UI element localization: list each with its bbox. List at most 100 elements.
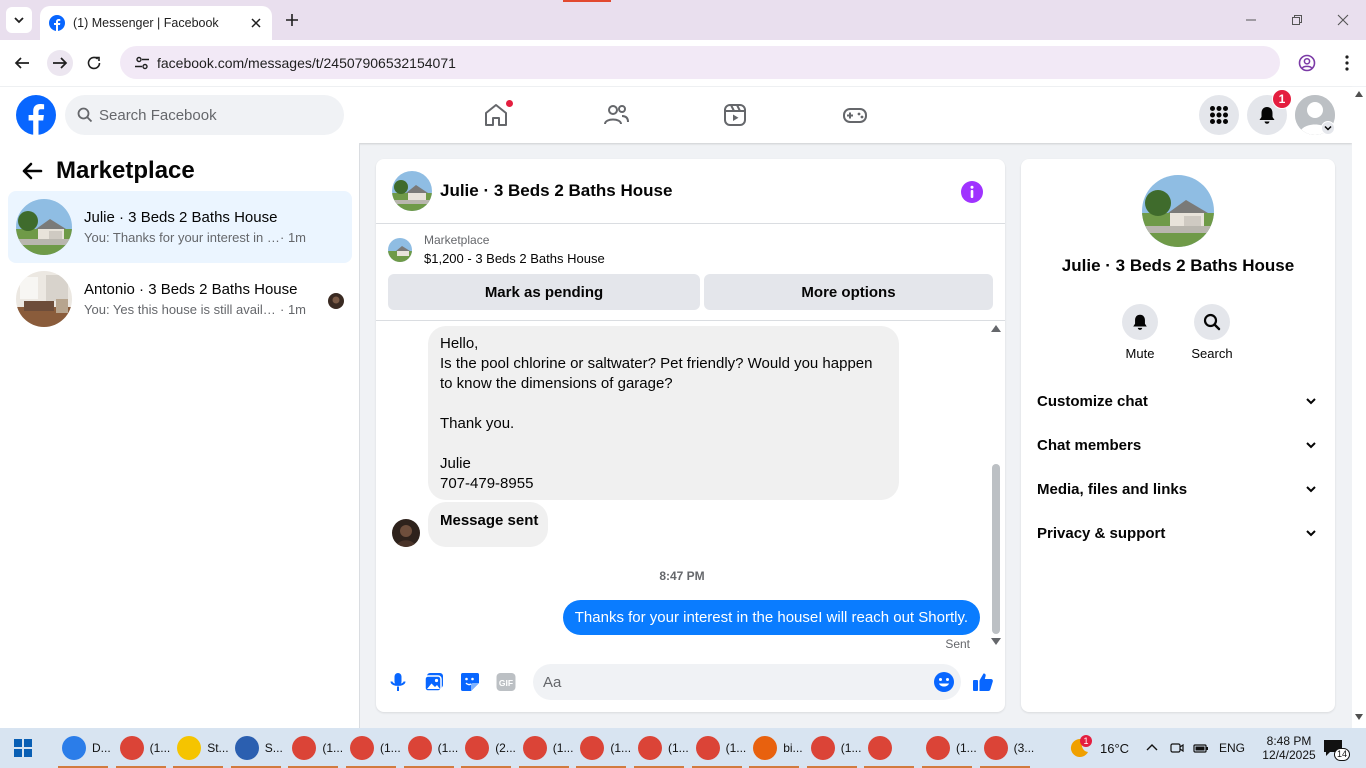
scroll-down-icon[interactable] <box>1355 714 1363 720</box>
media-files-links-section[interactable]: Media, files and links <box>1029 467 1327 511</box>
restore-button[interactable] <box>1286 9 1308 31</box>
facebook-logo-icon[interactable] <box>16 95 56 135</box>
gif-icon[interactable]: GIF <box>495 671 517 693</box>
start-button[interactable] <box>8 728 42 768</box>
app-label: (2... <box>495 741 516 755</box>
app-label: (1... <box>552 741 574 755</box>
search-button[interactable] <box>1194 304 1230 340</box>
chevron-down-icon <box>1306 530 1316 537</box>
scroll-up-icon[interactable] <box>991 325 1001 332</box>
conversation-item[interactable]: Julie · 3 Beds 2 Baths House You: Thanks… <box>8 191 352 263</box>
close-window-button[interactable] <box>1332 9 1354 31</box>
input-language[interactable]: ENG <box>1219 741 1245 755</box>
new-tab-button[interactable] <box>282 10 302 30</box>
chevron-down-icon <box>1306 398 1316 405</box>
site-settings-icon[interactable] <box>127 55 157 71</box>
info-icon[interactable] <box>961 181 983 203</box>
reload-button[interactable] <box>83 52 105 74</box>
taskbar-app-button[interactable]: D... <box>56 728 111 768</box>
search-action[interactable]: Search <box>1184 304 1240 361</box>
meet-now-icon[interactable] <box>1169 740 1185 756</box>
mute-action[interactable]: Mute <box>1112 304 1168 361</box>
weather-widget[interactable]: 1 16°C <box>1068 728 1129 768</box>
close-tab-icon[interactable] <box>246 13 266 33</box>
scroll-thumb[interactable] <box>992 464 1000 634</box>
chat-panel: Julie · 3 Beds 2 Baths House Marketplace… <box>376 159 1005 712</box>
divider <box>376 320 1005 321</box>
taskbar-app-button[interactable]: St... <box>171 728 229 768</box>
chat-avatar[interactable] <box>392 171 432 211</box>
reload-icon <box>87 56 101 70</box>
notification-center[interactable]: 14 <box>1322 728 1351 768</box>
mark-as-pending-button[interactable]: Mark as pending <box>388 274 700 310</box>
minimize-button[interactable] <box>1240 9 1262 31</box>
account-menu-caret[interactable] <box>1321 121 1335 135</box>
taskbar-app-button[interactable]: S... <box>229 728 283 768</box>
facebook-search[interactable] <box>65 95 344 135</box>
outgoing-message[interactable]: Thanks for your interest in the houseI w… <box>562 600 980 635</box>
gaming-icon[interactable] <box>841 101 869 129</box>
facebook-search-input[interactable] <box>99 106 319 124</box>
chat-details-panel: Julie · 3 Beds 2 Baths House Mute Search… <box>1021 159 1335 712</box>
scroll-up-icon[interactable] <box>1355 91 1363 97</box>
taskbar-app-button[interactable]: (1... <box>114 728 170 768</box>
taskbar-app-button[interactable]: (1... <box>517 728 574 768</box>
incoming-message[interactable]: Hello, Is the pool chlorine or saltwater… <box>428 326 899 500</box>
app-label: (1... <box>725 741 747 755</box>
back-arrow-icon[interactable] <box>20 159 44 183</box>
app-label: (1... <box>610 741 632 755</box>
browser-menu-icon[interactable] <box>1338 54 1356 72</box>
photo-icon[interactable] <box>423 671 445 693</box>
address-bar[interactable]: facebook.com/messages/t/2450790653215407… <box>120 46 1280 79</box>
taskbar-app-button[interactable]: (1... <box>574 728 632 768</box>
page-scrollbar[interactable] <box>1352 87 1366 728</box>
back-button[interactable] <box>11 52 33 74</box>
sticker-icon[interactable] <box>459 671 481 693</box>
taskbar-app-button[interactable]: (3... <box>978 728 1035 768</box>
taskbar-app-button[interactable]: (1... <box>344 728 401 768</box>
menu-grid-button[interactable] <box>1199 95 1239 135</box>
taskbar-app-button[interactable]: bi... <box>747 728 803 768</box>
mute-button[interactable] <box>1122 304 1158 340</box>
notification-count-badge: 1 <box>1272 89 1292 109</box>
chat-members-section[interactable]: Chat members <box>1029 423 1327 467</box>
taskbar-app-button[interactable]: (1... <box>920 728 977 768</box>
app-icon <box>695 736 720 760</box>
listing-price: $1,200 - 3 Beds 2 Baths House <box>424 251 605 266</box>
search-icon <box>77 107 93 123</box>
microphone-icon[interactable] <box>387 671 409 693</box>
marketplace-listing[interactable]: Marketplace $1,200 - 3 Beds 2 Baths Hous… <box>388 233 605 266</box>
notification-count: 14 <box>1334 748 1351 761</box>
video-icon[interactable] <box>721 101 749 129</box>
customize-chat-section[interactable]: Customize chat <box>1029 379 1327 423</box>
taskbar-app-button[interactable]: (2... <box>459 728 516 768</box>
browser-tab-messenger[interactable]: (1) Messenger | Facebook <box>40 6 272 40</box>
more-options-button[interactable]: More options <box>704 274 993 310</box>
taskbar-app-button[interactable]: (1... <box>805 728 861 768</box>
forward-button[interactable] <box>47 50 73 76</box>
chevron-up-icon[interactable] <box>1145 741 1159 755</box>
taskbar-app-button[interactable] <box>862 728 916 768</box>
app-icon <box>177 736 202 760</box>
emoji-icon[interactable] <box>933 671 955 693</box>
chat-scrollbar[interactable] <box>990 324 1002 649</box>
restore-icon <box>1292 15 1302 25</box>
system-clock[interactable]: 8:48 PM 12/4/2025 <box>1258 728 1320 768</box>
chat-title[interactable]: Julie · 3 Beds 2 Baths House <box>440 181 672 201</box>
taskbar-app-button[interactable]: (1... <box>690 728 747 768</box>
tab-search-dropdown[interactable] <box>6 7 32 33</box>
scroll-down-icon[interactable] <box>991 638 1001 645</box>
system-message[interactable]: Message sent <box>428 502 548 547</box>
taskbar-app-button[interactable]: (1... <box>402 728 458 768</box>
message-input[interactable] <box>543 673 903 691</box>
app-label: (3... <box>1013 741 1035 755</box>
message-input-box[interactable] <box>533 664 961 700</box>
conversation-item[interactable]: Antonio · 3 Beds 2 Baths House You: Yes … <box>8 263 352 335</box>
taskbar-app-button[interactable]: (1... <box>286 728 343 768</box>
profile-icon[interactable] <box>1298 54 1316 72</box>
friends-icon[interactable] <box>602 101 630 129</box>
battery-icon[interactable] <box>1193 740 1209 756</box>
thumbs-up-icon[interactable] <box>972 671 994 693</box>
taskbar-app-button[interactable]: (1... <box>632 728 689 768</box>
privacy-support-section[interactable]: Privacy & support <box>1029 511 1327 555</box>
